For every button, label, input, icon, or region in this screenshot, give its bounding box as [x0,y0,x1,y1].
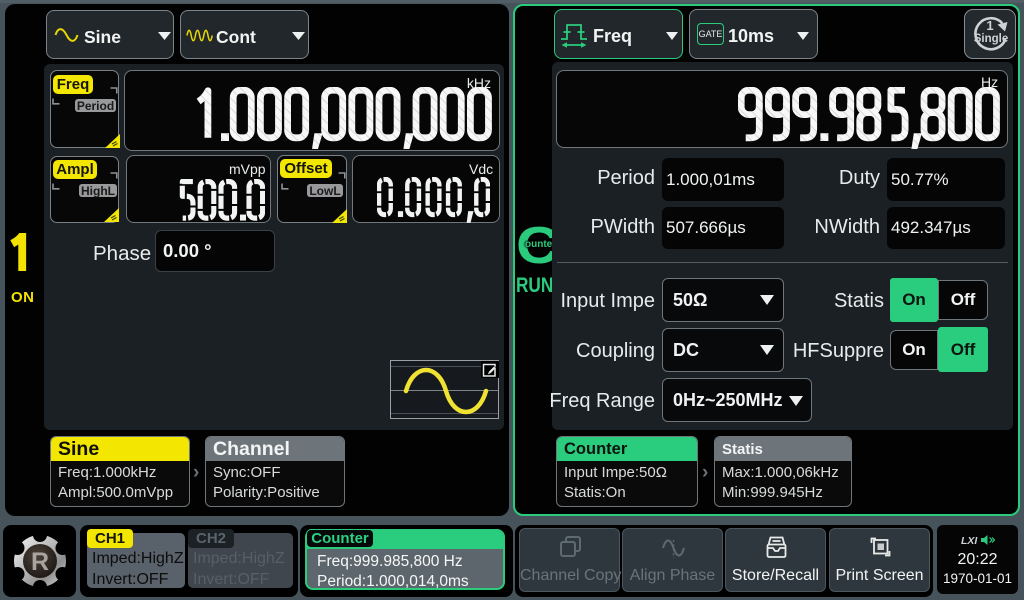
svg-text:Single: Single [974,33,1009,45]
svg-text:1: 1 [986,18,993,33]
svg-text:R: R [31,548,49,576]
